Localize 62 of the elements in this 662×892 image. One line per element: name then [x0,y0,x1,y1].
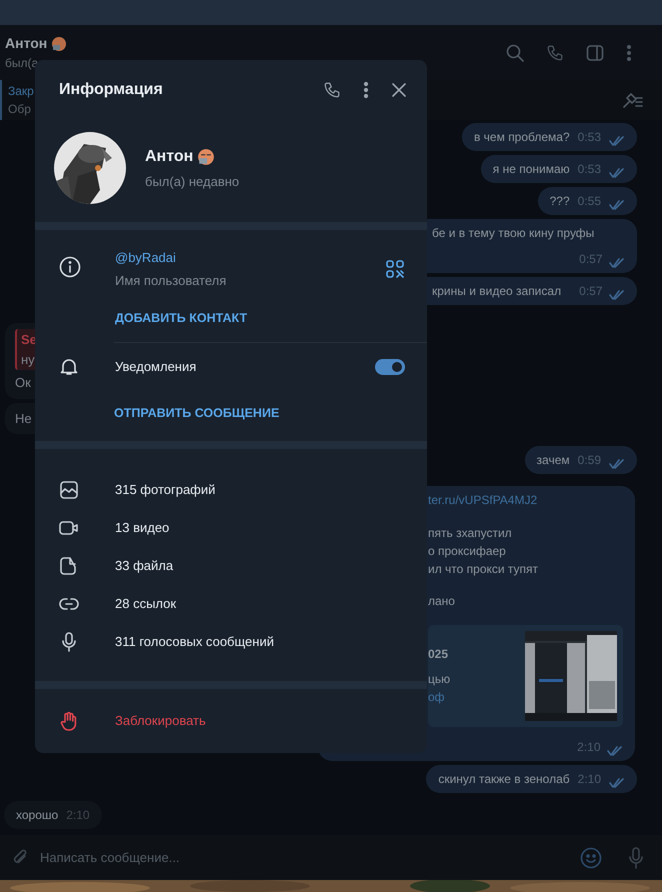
preview-title: 025 [428,647,448,662]
send-message-button[interactable]: ОТПРАВИТЬ СООБЩЕНИЕ [114,406,280,420]
message-time: 0:57 [579,283,602,300]
phone-icon[interactable] [323,81,341,99]
hand-icon[interactable] [59,710,79,731]
message-time: 0:53 [578,161,601,178]
add-contact-button[interactable]: ДОБАВИТЬ КОНТАКТ [115,311,248,326]
more-icon[interactable] [363,81,369,99]
media-item[interactable]: 311 голосовых сообщений [115,632,274,652]
message-time: 0:59 [578,452,601,469]
message-text: лано [428,594,455,608]
close-icon[interactable] [391,82,407,98]
sidebar-toggle-icon[interactable] [586,44,604,62]
media-item[interactable]: 28 ссылок [115,594,176,614]
emoji-icon [50,36,66,52]
message-text: о проксифаер [428,544,506,558]
message-text: Ок [15,375,31,390]
username-label: Имя пользователя [115,272,226,288]
document-icon [59,556,79,576]
pinned-text: Обр [8,102,31,116]
chat-status: был(а [5,55,40,72]
message-text: хорошо [16,806,58,824]
emoji-icon [196,148,215,166]
bell-icon [59,357,79,377]
microphone-icon[interactable] [626,846,646,868]
microphone-icon [59,632,79,652]
media-item[interactable]: 315 фотографий [115,480,216,500]
message-text: я не понимаю [492,161,570,178]
contact-name: Антон [145,146,194,167]
pinned-title: Закр [8,84,34,98]
message-text: крины и видео записал [432,283,562,300]
media-item[interactable]: 33 файла [115,556,174,576]
message-text: скинул также в зенолаб [438,770,570,788]
emoji-icon[interactable] [580,846,602,868]
block-button[interactable]: Заблокировать [115,711,206,730]
contact-status: был(а) недавно [145,174,240,189]
message-text: ил что прокси тупят [428,562,538,576]
qr-code-icon[interactable] [386,260,404,278]
media-item[interactable]: 13 видео [115,518,170,538]
pin-list-icon[interactable] [622,92,644,108]
message-text: бе и в тему твою кину пруфы [432,225,594,242]
message-time: 0:53 [578,129,601,146]
message-time: 0:57 [579,251,602,268]
dialog-title: Информация [59,80,164,100]
message-text: Не [15,410,32,426]
message-time: 2:10 [577,738,600,756]
quote-text: ну [21,352,35,366]
preview-text: цью [428,672,450,686]
message-time: 0:55 [578,193,601,210]
search-icon[interactable] [506,44,524,62]
message-text: в чем проблема? [474,129,570,146]
message-text: зачем [536,452,570,469]
message-time: 2:10 [578,770,601,788]
notifications-label: Уведомления [115,359,196,374]
link-preview[interactable]: 025 цью оф [428,624,623,726]
username-link[interactable]: @byRadai [115,250,176,265]
message-text: пять зхапустил [428,526,512,540]
image-icon [59,480,79,500]
notifications-toggle[interactable] [375,359,405,375]
info-icon [59,256,81,278]
message-text: ??? [550,193,570,210]
chat-title: Антон [5,34,48,53]
